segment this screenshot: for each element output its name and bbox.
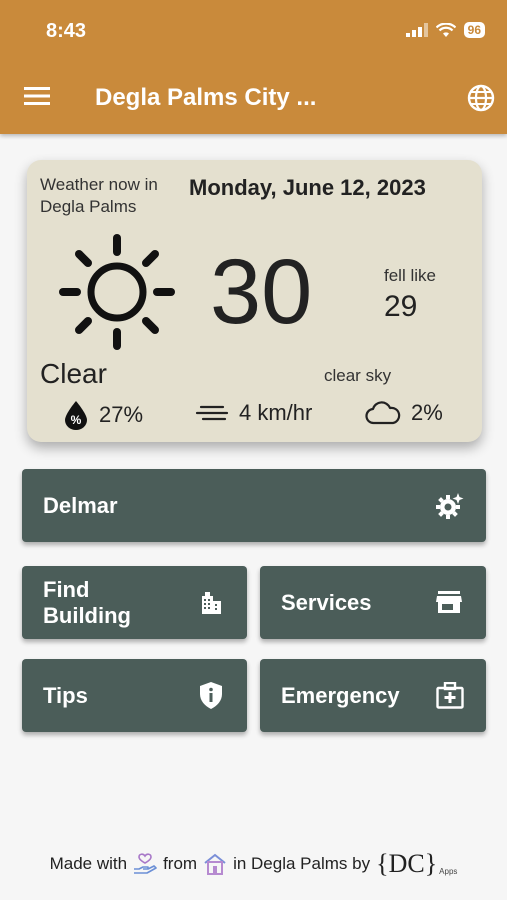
services-label: Services — [281, 590, 372, 615]
app-bar: 8:43 96 Degla Palms City ... — [0, 0, 507, 134]
tips-label: Tips — [43, 683, 88, 708]
dc-logo-sub: Apps — [439, 867, 458, 876]
feels-like-label: fell like — [384, 266, 436, 285]
heart-hand-icon — [134, 853, 157, 874]
weather-date: Monday, June 12, 2023 — [189, 175, 426, 200]
menu-icon[interactable] — [24, 86, 50, 106]
settings-sparkle-icon — [436, 493, 464, 519]
weather-location-label: Weather now in Degla Palms — [40, 175, 158, 216]
svg-text:%: % — [71, 413, 82, 427]
status-icons: 96 — [405, 22, 485, 38]
weather-description: clear sky — [324, 366, 392, 385]
first-aid-icon — [436, 682, 464, 709]
services-button[interactable]: Services — [260, 566, 486, 639]
weather-condition: Clear — [40, 358, 107, 389]
feels-like-value: 29 — [384, 290, 418, 323]
footer-made-with: Made with — [49, 854, 128, 873]
battery-level: 96 — [463, 22, 485, 38]
find-building-button[interactable]: Find Building — [22, 566, 247, 639]
tips-button[interactable]: Tips — [22, 659, 247, 732]
temperature: 30 — [210, 241, 313, 343]
delmar-button[interactable]: Delmar — [22, 469, 486, 542]
weather-card: Weather now in Degla Palms Monday, June … — [27, 160, 482, 442]
humidity-stat: % 27% — [63, 400, 143, 430]
wifi-icon — [435, 22, 456, 37]
clouds-value: 2% — [411, 400, 443, 425]
humidity-value: 27% — [99, 402, 144, 427]
clouds-stat: 2% — [365, 400, 443, 426]
delmar-label: Delmar — [43, 493, 118, 518]
signal-icon — [405, 23, 428, 37]
cloud-icon — [365, 401, 401, 425]
dc-apps-logo: {DC} Apps — [376, 849, 458, 878]
footer-from: from — [163, 854, 198, 873]
globe-icon[interactable] — [467, 84, 495, 112]
wind-stat: 4 km/hr — [195, 400, 312, 426]
emergency-button[interactable]: Emergency — [260, 659, 486, 732]
wind-value: 4 km/hr — [239, 400, 313, 425]
footer-location: in Degla Palms by — [233, 854, 371, 873]
page-title: Degla Palms City ... — [95, 84, 317, 111]
footer: Made with from in Degla Palms by {DC} Ap… — [0, 849, 507, 878]
dc-logo-text: {DC} — [376, 849, 438, 878]
sun-icon — [59, 234, 175, 350]
find-building-label: Find Building — [43, 577, 131, 628]
home-icon — [204, 853, 226, 875]
building-icon — [202, 592, 221, 614]
status-time: 8:43 — [46, 20, 87, 42]
store-icon — [436, 591, 462, 613]
shield-info-icon — [200, 682, 222, 709]
wind-icon — [195, 405, 229, 421]
humidity-icon: % — [65, 401, 87, 430]
emergency-label: Emergency — [281, 683, 400, 708]
